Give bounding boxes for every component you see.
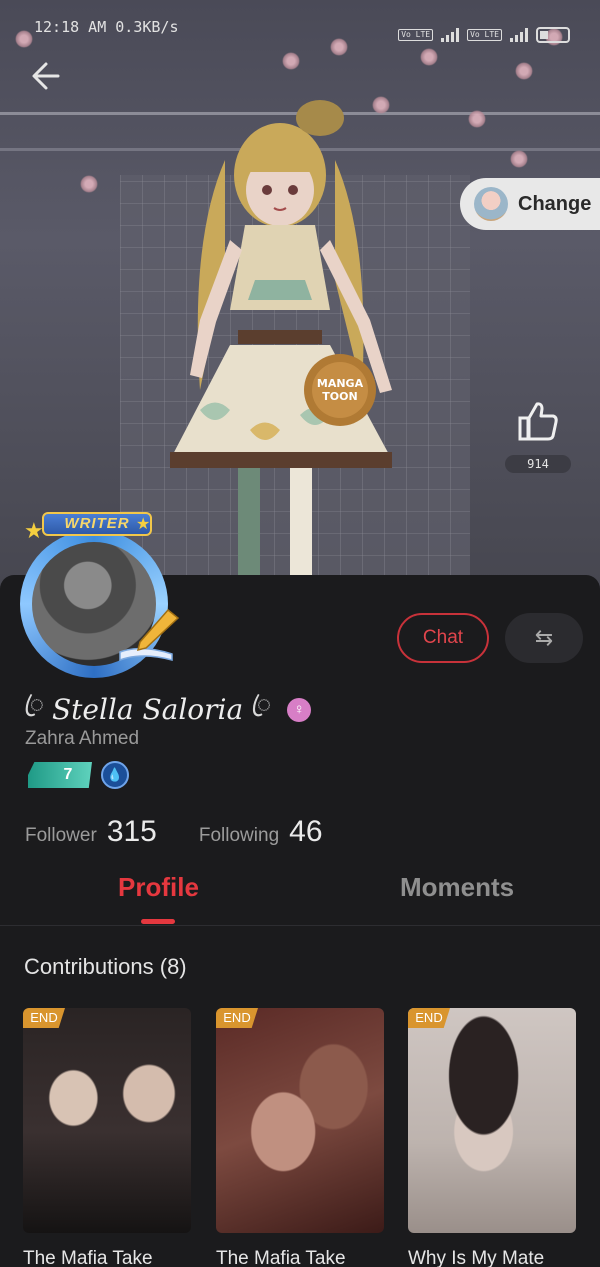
- end-badge: END: [23, 1008, 65, 1028]
- change-button-label: Change: [518, 192, 592, 215]
- tab-moments[interactable]: Moments: [400, 872, 514, 903]
- tab-profile[interactable]: Profile: [118, 872, 199, 903]
- following-label[interactable]: Following: [199, 825, 279, 847]
- blossom-decoration: [510, 150, 528, 168]
- level-badge[interactable]: 7: [28, 762, 92, 788]
- status-left: 12:18 AM 0.3KB/s: [34, 18, 179, 52]
- change-cover-button[interactable]: Change: [460, 178, 600, 230]
- profile-tabs: Profile Moments: [0, 866, 600, 926]
- contributions-title: Contributions (8): [24, 954, 187, 979]
- blossom-decoration: [515, 62, 533, 80]
- water-drop-badge-icon[interactable]: 💧: [101, 761, 129, 789]
- fountain-pen-icon: [119, 608, 180, 662]
- blossom-decoration: [282, 52, 300, 70]
- follower-count[interactable]: 315: [107, 815, 157, 849]
- svg-text:MANGA: MANGA: [317, 377, 364, 390]
- follow-stats: Follower 315 Following 46: [25, 815, 355, 849]
- volte-icon: Vo LTE: [467, 29, 502, 41]
- volte-icon: Vo LTE: [398, 29, 434, 41]
- female-icon: ♀: [287, 697, 312, 722]
- active-tab-indicator: [141, 919, 175, 924]
- star-icon: ★: [24, 518, 44, 543]
- book-cover[interactable]: END: [408, 1008, 576, 1233]
- name-flourish-left: ꦿ: [24, 691, 44, 718]
- blossom-decoration: [80, 175, 98, 193]
- display-name: Stella Saloria: [51, 693, 244, 726]
- book-title[interactable]: The Mafia Take: [216, 1248, 384, 1267]
- display-name-row: ꦿ Stella Saloria ꦿ ♀: [24, 685, 312, 734]
- like-count: 914: [505, 455, 571, 473]
- chat-button[interactable]: Chat: [397, 613, 489, 663]
- avatar[interactable]: WRITER ★ ★: [2, 512, 187, 678]
- name-flourish-right: ꦿ: [251, 691, 272, 718]
- follower-label[interactable]: Follower: [25, 825, 97, 847]
- end-badge: END: [408, 1008, 450, 1028]
- profile-cover-banner: MANGA TOON 12:18 AM 0.3KB/s Vo LTE Vo LT…: [0, 0, 600, 600]
- book-cover[interactable]: END: [216, 1008, 384, 1233]
- end-badge: END: [216, 1008, 258, 1028]
- swap-icon: ⇆: [534, 625, 554, 650]
- blossom-decoration: [468, 110, 486, 128]
- book-title[interactable]: The Mafia Take: [23, 1248, 191, 1267]
- back-arrow-icon[interactable]: [28, 56, 68, 96]
- swap-button[interactable]: ⇆: [505, 613, 583, 663]
- like-button[interactable]: 914: [505, 398, 571, 473]
- status-bar: 12:18 AM 0.3KB/s Vo LTE Vo LTE: [0, 0, 600, 52]
- svg-text:TOON: TOON: [322, 390, 357, 403]
- book-cover[interactable]: END: [23, 1008, 191, 1233]
- outfit-thumbnail: [474, 187, 508, 221]
- username: Zahra Ahmed: [25, 728, 140, 749]
- book-title[interactable]: Why Is My Mate: [408, 1248, 576, 1267]
- signal-icon: [510, 28, 528, 42]
- battery-icon: [536, 27, 570, 43]
- status-right: Vo LTE Vo LTE: [398, 18, 570, 52]
- thumbs-up-icon: [518, 402, 558, 441]
- status-speed: 0.3KB/s: [115, 18, 179, 36]
- star-icon: ★: [136, 516, 151, 533]
- following-count[interactable]: 46: [289, 815, 322, 849]
- signal-icon: [441, 28, 460, 42]
- status-time: 12:18 AM: [34, 18, 107, 36]
